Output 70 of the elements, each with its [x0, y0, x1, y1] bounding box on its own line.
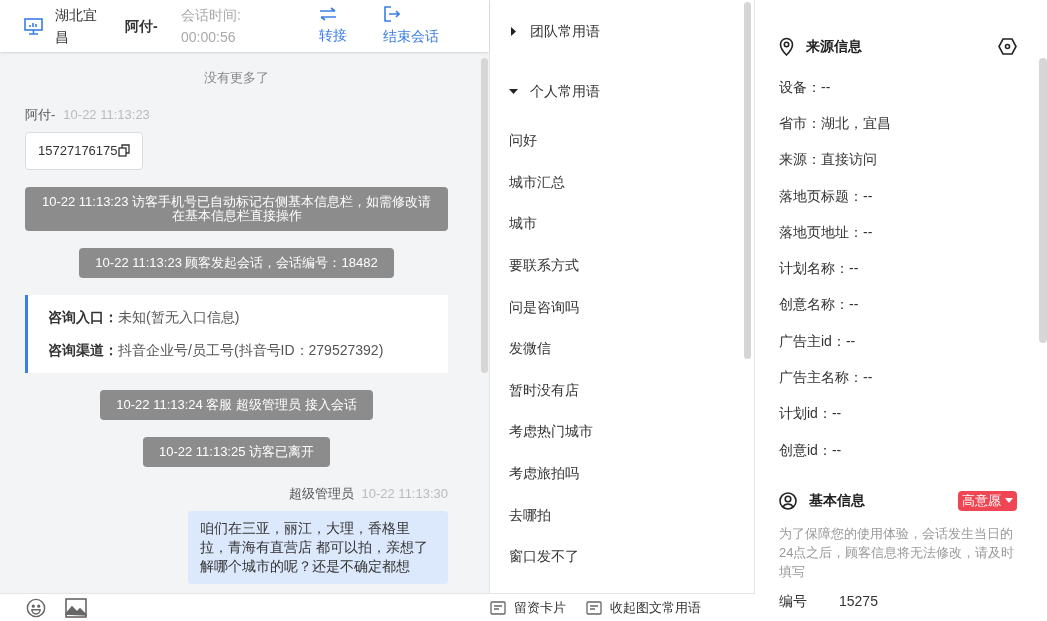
emoji-icon[interactable]	[25, 597, 47, 618]
field-label: 编号	[779, 592, 807, 612]
info-row-text: 来源：直接访问	[779, 150, 877, 170]
message-text: 15727176175	[38, 142, 118, 160]
hexagon-settings-icon[interactable]	[998, 38, 1017, 55]
sender-name: 超级管理员	[288, 484, 354, 503]
timer-label: 会话时间:	[181, 6, 242, 25]
message-time: 10-22 11:13:30	[361, 484, 448, 503]
intent-dropdown[interactable]: 高意愿	[958, 490, 1017, 511]
section-title: 基本信息	[809, 491, 865, 511]
phrase-group[interactable]: 个人常用语	[509, 60, 744, 120]
info-label: 咨询入口：	[48, 307, 118, 327]
info-label: 咨询渠道：	[48, 340, 118, 360]
phrase-item[interactable]: 问好	[509, 120, 537, 162]
section-title: 来源信息	[806, 37, 862, 56]
info-row-text: 落地页标题：--	[779, 186, 873, 206]
phrase-item[interactable]: 城市汇总	[509, 161, 565, 204]
document-icon	[490, 600, 506, 615]
phrase-item[interactable]: 问是咨询吗	[509, 286, 579, 328]
scrollbar[interactable]	[1039, 58, 1047, 343]
timer-value: 00:00:56	[181, 28, 237, 47]
info-value: 未知(暂无入口信息)	[118, 307, 240, 327]
caret-right-icon	[509, 26, 518, 36]
phrase-item[interactable]: 暂时没有店	[509, 369, 579, 412]
phrase-item[interactable]: 城市	[509, 203, 537, 245]
toolbar-button[interactable]: 留资卡片	[490, 597, 566, 618]
phrase-item[interactable]: 考虑热门城市	[509, 411, 593, 453]
caret-down-icon	[1005, 497, 1013, 504]
monitor-icon	[24, 17, 43, 35]
toolbar-button[interactable]: 收起图文常用语	[586, 597, 701, 618]
location-text: 湖北宜昌	[55, 6, 98, 47]
info-row-text: 计划id：--	[779, 404, 842, 424]
info-row-text: 省市：湖北，宜昌	[779, 113, 891, 133]
sender-name: 阿付-	[25, 105, 56, 124]
info-row-text: 广告主id：--	[779, 331, 856, 351]
transfer-icon	[319, 6, 337, 21]
info-value: 抖音企业号/员工号(抖音号ID：279527392)	[118, 340, 384, 360]
phrase-group[interactable]: 团队常用语	[509, 0, 744, 60]
system-notice: 10-22 11:13:25 访客已离开	[142, 436, 331, 467]
no-more-text: 没有更多了	[203, 69, 270, 87]
system-notice: 10-22 11:13:23 顾客发起会话，会话编号：18482	[79, 247, 394, 278]
scrollbar[interactable]	[481, 58, 488, 373]
location-pin-icon	[779, 37, 794, 56]
message-time: 10-22 11:13:23	[63, 105, 150, 124]
notice-text: 为了保障您的使用体验，会话发生当日的24点之后，顾客信息将无法修改，请及时填写	[779, 525, 1016, 582]
message-bubble: 咱们在三亚，丽江，大理，香格里拉，青海有直营店 都可以拍，亲想了解哪个城市的呢？还是不确定都想	[188, 511, 448, 584]
system-notice: 10-22 11:13:24 客服 超级管理员 接入会话	[100, 389, 373, 420]
phrase-item[interactable]: 考虑旅拍吗	[509, 452, 579, 495]
visitor-name: 阿付-	[125, 17, 159, 35]
info-row-text: 落地页地址：--	[779, 222, 873, 242]
transfer-button[interactable]: 转接	[319, 6, 347, 46]
info-row-text: 广告主名称：--	[779, 368, 873, 387]
system-notice: 10-22 11:13:23 访客手机号已自动标记右侧基本信息栏，如需修改请在基本信息栏直接操作	[25, 186, 448, 231]
exit-icon	[383, 5, 400, 22]
image-icon[interactable]	[65, 597, 87, 618]
scrollbar[interactable]	[744, 2, 751, 359]
end-session-button[interactable]: 结束会话	[383, 5, 439, 47]
phrase-item[interactable]: 去哪拍	[509, 494, 551, 536]
caret-down-icon	[509, 86, 518, 96]
copy-icon[interactable]	[117, 144, 130, 158]
user-circle-icon	[779, 491, 797, 510]
info-row-text: 创意id：--	[779, 440, 842, 460]
phrase-item[interactable]: 发微信	[509, 327, 551, 370]
phrase-item[interactable]: 要联系方式	[509, 244, 579, 287]
info-row-text: 设备：--	[779, 77, 831, 97]
info-row-text: 创意名称：--	[779, 295, 859, 315]
info-row-text: 计划名称：--	[779, 259, 859, 279]
document-icon	[586, 600, 602, 615]
phrase-item[interactable]: 窗口发不了	[509, 535, 579, 578]
field-value: 15275	[839, 592, 878, 612]
